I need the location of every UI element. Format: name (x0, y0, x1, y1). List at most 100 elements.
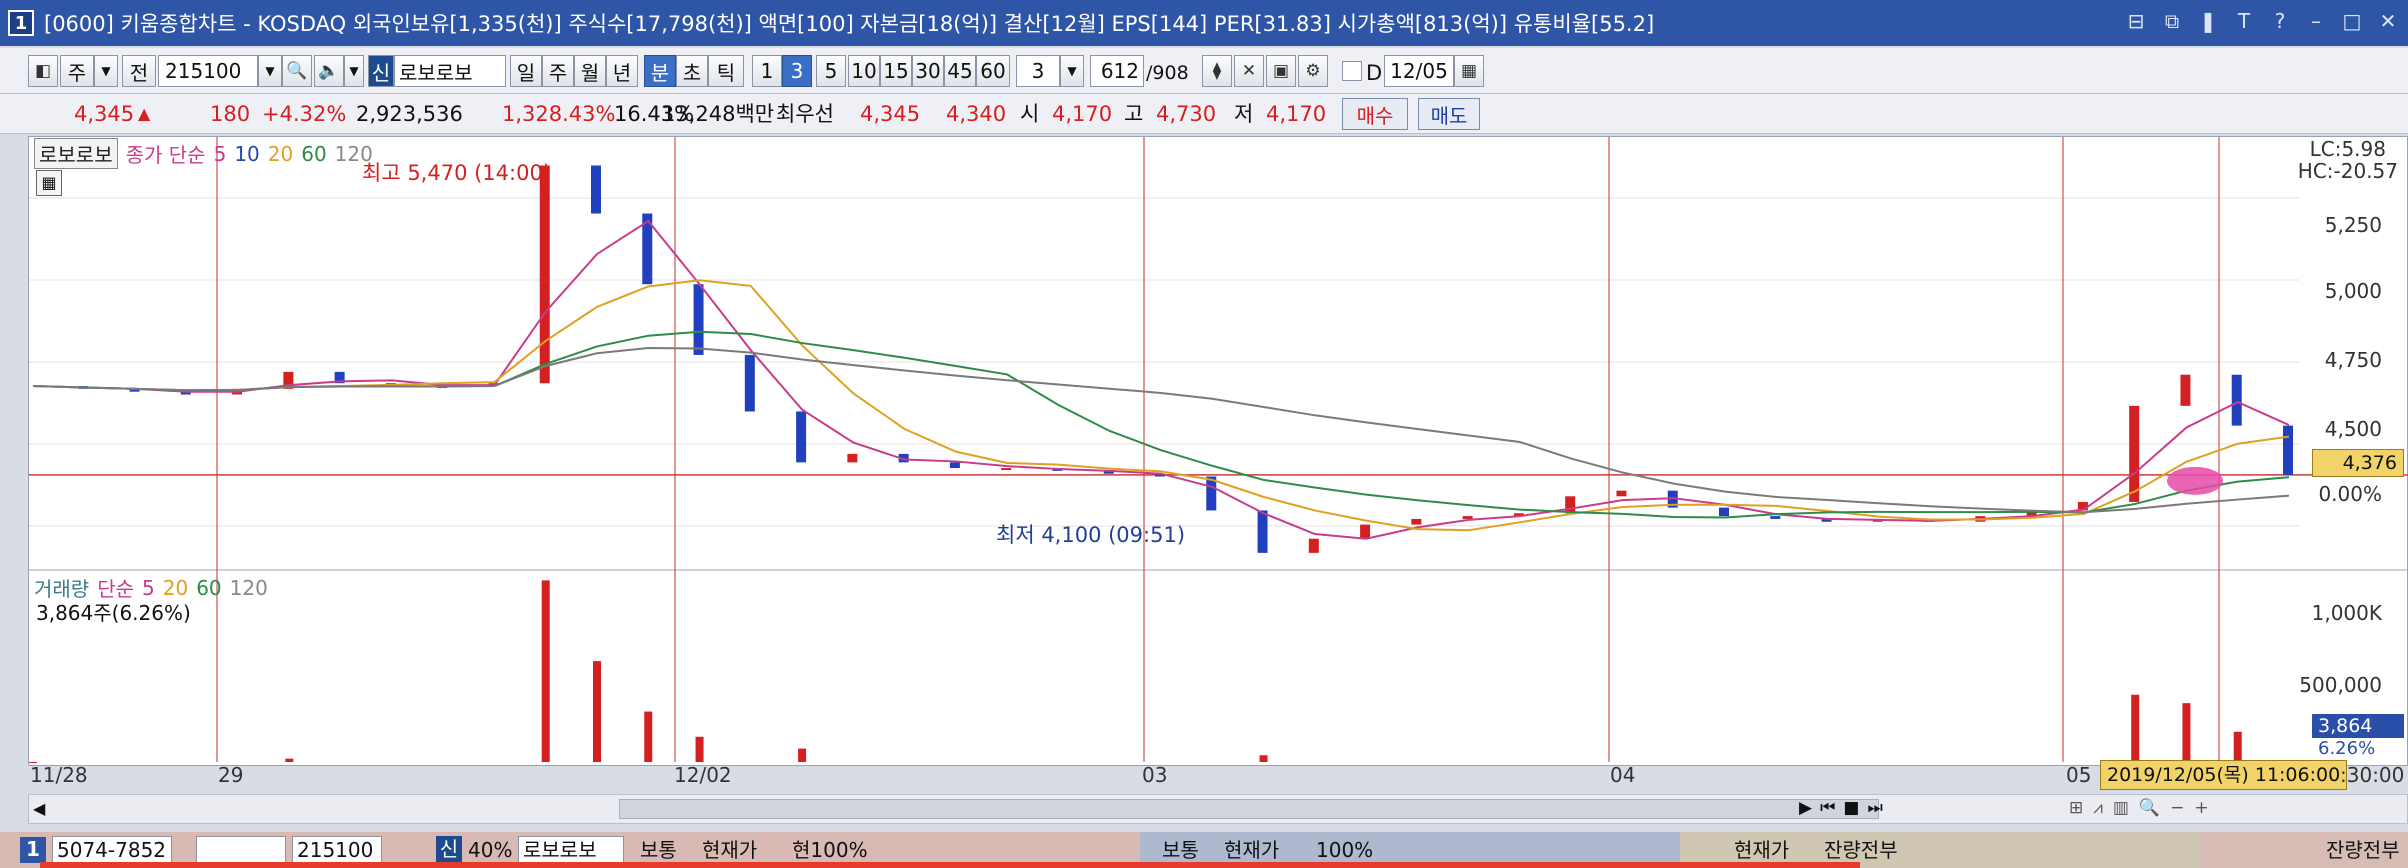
layout-icon[interactable]: ⊟ (2124, 6, 2148, 36)
market-tag: 신 (368, 55, 394, 87)
screen-menu-icon[interactable]: ◧ (28, 55, 58, 87)
period-week-button[interactable]: 주 (542, 55, 574, 87)
line-chart-icon[interactable]: ⩘ (2093, 798, 2103, 818)
close-icon[interactable]: ✕ (2376, 6, 2400, 36)
candle-tool-icon[interactable]: ⧫ (1202, 55, 1232, 87)
prev-button[interactable]: 전 (122, 55, 156, 87)
calendar-icon[interactable]: ▦ (1454, 55, 1484, 87)
date-checkbox[interactable] (1342, 61, 1362, 81)
add-icon[interactable]: + (2194, 798, 2208, 818)
window-title: [0600] 키움종합차트 - KOSDAQ 외국인보유[1,335(천)] 주… (44, 12, 1655, 36)
maximize-icon[interactable]: □ (2340, 6, 2364, 36)
chevron-down-icon[interactable]: ▼ (94, 55, 118, 87)
volume-bar (644, 711, 653, 762)
data-total: /908 (1146, 62, 1189, 84)
chevron-down-icon[interactable]: ▼ (344, 55, 364, 87)
ma-60-label: 60 (301, 141, 327, 166)
trade-amount: 13,248백만 (662, 102, 775, 126)
stock-name-field[interactable]: 로보로보 (394, 55, 506, 87)
zoom-out-icon[interactable]: − (2170, 798, 2184, 818)
volume-bar (2131, 694, 2140, 762)
stock-code-input[interactable]: 215100 (158, 55, 258, 87)
volume-bar (2233, 731, 2242, 762)
date-input[interactable]: 12/05 (1384, 55, 1454, 87)
candle (1257, 510, 1268, 553)
font-icon[interactable]: T (2232, 6, 2256, 36)
zoom-in-icon[interactable]: 🔍 (2139, 798, 2160, 818)
cancel-qty[interactable]: 잔량전부 (2326, 832, 2400, 868)
moving-average-line (32, 279, 2290, 532)
lc-label: LC:5.98 (2309, 137, 2386, 161)
moving-average-line (32, 346, 2290, 514)
open-label: 시 (1020, 102, 1040, 126)
chevron-down-icon[interactable]: ▼ (258, 55, 282, 87)
chart-scrollbar[interactable]: ◀ ▶ ⏮ ■ ⏭ ⊞ ⩘ ▥ 🔍 − + (28, 794, 2408, 824)
password-field[interactable] (196, 836, 286, 864)
chart-canvas[interactable] (29, 137, 2408, 767)
data-count-input[interactable]: 612 (1090, 55, 1144, 87)
high-label: 고 (1124, 102, 1144, 126)
period-tick-button[interactable]: 틱 (708, 55, 744, 87)
play-icon[interactable]: ▶ (1799, 798, 1812, 818)
restore-window-icon[interactable]: ⧉ (2160, 6, 2184, 36)
period-second-button[interactable]: 초 (676, 55, 708, 87)
minute-60-button[interactable]: 60 (976, 55, 1010, 87)
scroll-left-icon[interactable]: ◀ (33, 799, 45, 818)
candle (2283, 425, 2293, 475)
period-minute-button[interactable]: 분 (644, 55, 676, 87)
best-quote-label: 최우선 (776, 102, 834, 126)
moving-average-line (32, 330, 2290, 519)
stop-icon[interactable]: ■ (1843, 798, 1859, 818)
bottom-stock-name[interactable]: 로보로보 (518, 836, 624, 864)
candle (539, 165, 550, 384)
minute-3-button[interactable]: 3 (782, 55, 812, 87)
minute-5-button[interactable]: 5 (816, 55, 846, 87)
bottom-market-tag: 신 (436, 836, 462, 864)
minute-30-button[interactable]: 30 (912, 55, 944, 87)
volume-bar (695, 736, 704, 762)
minute-45-button[interactable]: 45 (944, 55, 976, 87)
buy-button[interactable]: 매수 (1342, 98, 1408, 130)
period-day-button[interactable]: 일 (510, 55, 542, 87)
volume-ratio: 1,328.43% (502, 102, 616, 126)
sound-icon[interactable]: 🔈 (314, 55, 344, 87)
period-year-button[interactable]: 년 (606, 55, 638, 87)
rewind-icon[interactable]: ⏮ (1820, 798, 1835, 818)
period-type-dropdown[interactable]: 주 (60, 55, 94, 87)
minute-1-button[interactable]: 1 (752, 55, 782, 87)
chart-panel[interactable] (28, 136, 2408, 766)
minute-10-button[interactable]: 10 (848, 55, 880, 87)
chevron-down-icon[interactable]: ▼ (1060, 55, 1084, 87)
period-month-button[interactable]: 월 (574, 55, 606, 87)
account-field[interactable]: 5074-7852 (52, 836, 172, 864)
x-label-1202: 12/02 (674, 763, 732, 787)
candle (847, 453, 858, 463)
minimize-icon[interactable]: – (2304, 6, 2328, 36)
sell-button[interactable]: 매도 (1418, 98, 1480, 130)
minute-15-button[interactable]: 15 (880, 55, 912, 87)
bottom-code-field[interactable]: 215100 (292, 836, 382, 864)
current-volume-tag: 3,864 (2312, 714, 2404, 738)
chart-toolbar: ◧ 주 ▼ 전 215100 ▼ 🔍 🔈 ▼ 신 로보로보 일 주 월 년 분 … (0, 48, 2408, 94)
open-price: 4,170 (1052, 102, 1113, 126)
grid-icon[interactable]: ▦ (36, 170, 62, 196)
candle (949, 462, 960, 469)
gear-icon[interactable]: ⚙ (1298, 55, 1328, 87)
chart-type-icon[interactable]: ⊞ (2069, 798, 2083, 818)
date-checkbox-label: D (1366, 61, 1383, 85)
moving-average-line (32, 219, 2290, 540)
crosshair-tool-icon[interactable]: ✕ (1234, 55, 1264, 87)
window-controls: ⊟ ⧉ ❚ T ? – □ ✕ (2124, 6, 2400, 36)
help-icon[interactable]: ? (2268, 6, 2292, 36)
save-icon[interactable]: ▣ (1266, 55, 1296, 87)
search-icon[interactable]: 🔍 (282, 55, 312, 87)
y-label-5250: 5,250 (2324, 213, 2382, 237)
pin-icon[interactable]: ❚ (2196, 6, 2220, 36)
bar-chart-icon[interactable]: ▥ (2113, 798, 2129, 818)
candle (744, 354, 755, 412)
custom-period-input[interactable]: 3 (1016, 55, 1060, 87)
volume-info: 3,864주(6.26%) (36, 601, 191, 625)
candle (591, 165, 601, 214)
scroll-thumb[interactable] (619, 799, 1879, 819)
fast-forward-icon[interactable]: ⏭ (1867, 798, 1882, 818)
